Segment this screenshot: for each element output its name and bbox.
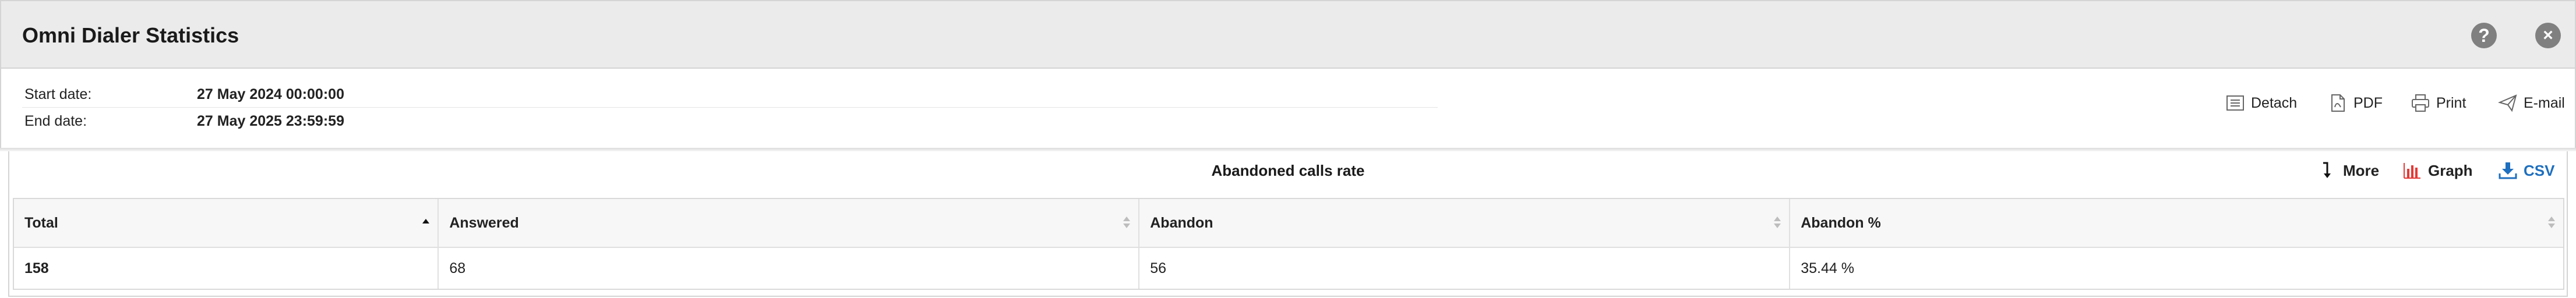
help-icon[interactable]: ? xyxy=(2471,23,2497,48)
arrow-down-icon xyxy=(2323,162,2331,178)
report-panel: Abandoned calls rate More Graph CSV Tota… xyxy=(8,151,2568,297)
sort-icon[interactable] xyxy=(1123,215,1131,230)
print-icon xyxy=(2412,94,2429,112)
send-icon xyxy=(2498,94,2517,112)
end-date-value: 27 May 2025 23:59:59 xyxy=(197,113,344,129)
column-header-label: Abandon % xyxy=(1801,214,1881,231)
detach-icon xyxy=(2226,95,2244,111)
cell-abandon: 56 xyxy=(1139,248,1791,289)
print-label: Print xyxy=(2436,94,2466,111)
end-date-label: End date: xyxy=(24,113,87,129)
sort-icon[interactable] xyxy=(2548,215,2556,230)
csv-button[interactable]: CSV xyxy=(2498,161,2554,180)
graph-button[interactable]: Graph xyxy=(2402,161,2473,180)
stats-table: Total Answered Abandon Abandon % 158 68 … xyxy=(13,198,2564,290)
start-date-label: Start date: xyxy=(24,86,92,102)
cell-total: 158 xyxy=(14,248,439,289)
report-header: Start date: 27 May 2024 00:00:00 End dat… xyxy=(0,69,2576,148)
column-header-label: Answered xyxy=(449,214,519,231)
graph-label: Graph xyxy=(2428,161,2473,179)
start-date-value: 27 May 2024 00:00:00 xyxy=(197,86,344,102)
email-label: E-mail xyxy=(2524,94,2565,111)
pdf-label: PDF xyxy=(2353,94,2383,111)
more-button[interactable]: More xyxy=(2317,161,2379,180)
cell-abandon-percent: 35.44 % xyxy=(1801,260,1854,276)
csv-label: CSV xyxy=(2524,161,2555,179)
dialog-titlebar: Omni Dialer Statistics ? × xyxy=(0,0,2576,69)
cell-answered: 68 xyxy=(439,248,1140,289)
print-button[interactable]: Print xyxy=(2411,93,2466,113)
table-row: 158 68 56 35.44 % xyxy=(14,248,2563,289)
dialog-title: Omni Dialer Statistics xyxy=(22,23,239,47)
column-header-label: Total xyxy=(24,214,58,231)
pdf-icon xyxy=(2331,94,2345,112)
close-icon[interactable]: × xyxy=(2535,23,2561,48)
more-label: More xyxy=(2343,161,2380,179)
report-title: Abandoned calls rate xyxy=(1211,162,1365,179)
column-header-answered[interactable]: Answered xyxy=(439,199,1140,247)
download-icon xyxy=(2499,162,2517,179)
column-header-label: Abandon xyxy=(1150,214,1213,231)
pdf-button[interactable]: PDF xyxy=(2328,93,2383,113)
date-divider xyxy=(22,107,1438,108)
detach-button[interactable]: Detach xyxy=(2225,93,2297,113)
column-header-total[interactable]: Total xyxy=(14,199,439,247)
email-button[interactable]: E-mail xyxy=(2498,93,2565,113)
column-header-abandon-percent[interactable]: Abandon % xyxy=(1790,199,2563,247)
table-header: Total Answered Abandon Abandon % xyxy=(14,199,2563,248)
bar-chart-icon xyxy=(2404,163,2420,179)
sort-icon[interactable] xyxy=(1774,215,1781,230)
column-header-abandon[interactable]: Abandon xyxy=(1139,199,1791,247)
detach-label: Detach xyxy=(2251,94,2298,111)
sort-asc-icon[interactable] xyxy=(422,215,430,230)
